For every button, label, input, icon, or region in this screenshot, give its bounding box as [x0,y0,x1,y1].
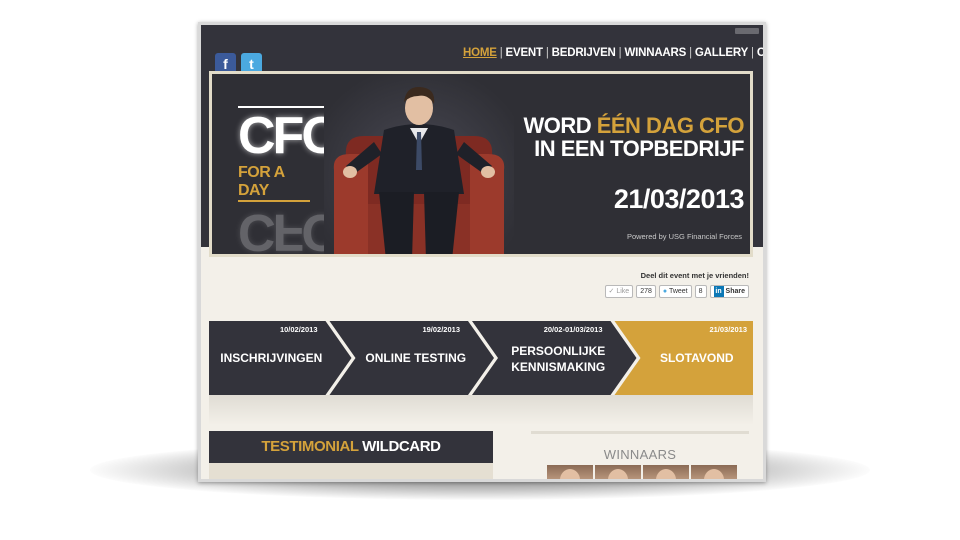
timeline-reflection [209,395,753,425]
main-navigation: HOME|EVENT|BEDRIJVEN|WINNAARS|GALLERY|CO… [463,47,763,59]
nav-separator: | [751,47,754,59]
winner-photo[interactable] [595,465,641,479]
nav-separator: | [545,47,549,59]
event-date: 21/03/2013 [613,184,745,214]
timeline-step-date: 19/02/2013 [422,325,460,334]
linkedin-icon: in [713,286,724,297]
timeline-step-label: SLOTAVOND [660,351,734,365]
share-bar: ✓ Like 278 ● Tweet 8 in Share [604,285,749,298]
timeline-step-label: PERSOONLIJKE [511,344,605,358]
linkedin-label: Share [725,288,745,295]
facebook-like-button[interactable]: ✓ Like [604,285,634,298]
nav-item-gallery[interactable]: GALLERY [695,47,748,59]
nav-item-contact[interactable]: CONTACT [757,47,763,59]
winner-photo[interactable] [691,465,737,479]
timeline-step-date: 21/03/2013 [709,325,747,334]
window-corner-control [735,28,759,34]
banner-headline: WORD ÉÉN DAG CFO IN EEN TOPBEDRIJF [523,114,744,160]
timeline-step-date: 10/02/2013 [280,325,318,334]
winner-photo[interactable] [643,465,689,479]
like-label: Like [616,288,630,295]
event-timeline: 10/02/2013 INSCHRIJVINGEN 19/02/2013 ONLINE… [209,321,753,395]
nav-separator: | [618,47,622,59]
bird-icon: ● [662,288,668,295]
powered-by-text: Powered by USG Financial Forces [626,232,742,241]
timeline-step-date: 20/02-01/03/2013 [544,325,603,334]
winner-photo[interactable] [547,465,593,479]
nav-item-winnaars[interactable]: WINNAARS [624,47,686,59]
like-count: 278 [636,285,656,298]
headline-gold: ÉÉN DAG CFO [596,113,745,138]
nav-separator: | [499,47,503,59]
logo-reflection: FOR A DAY CFO [238,203,339,254]
hero-banner: CFO FOR A DAY FOR A DAY CFO [209,71,753,257]
nav-item-bedrijven[interactable]: BEDRIJVEN [552,47,616,59]
winners-title: WINNAARS [603,447,677,462]
testimonial-content [209,463,493,479]
timeline-step-label: ONLINE TESTING [365,351,466,365]
logo-for-a-day-text: FOR A DAY [238,164,310,202]
testimonial-header: TESTIMONIAL WILDCARD [209,431,493,463]
headline-pre: WORD [523,113,597,138]
tweet-count: 8 [694,285,707,298]
headline-line2: IN EEN TOPBEDRIJF [534,136,744,161]
tweet-label: Tweet [668,288,688,295]
winners-photos [547,465,737,479]
nav-item-home[interactable]: HOME [463,47,497,59]
man-in-armchair-image [324,74,514,254]
timeline-step-label: INSCHRIJVINGEN [220,351,322,365]
linkedin-share-button[interactable]: in Share [709,285,749,298]
timeline-step-label: KENNISMAKING [511,360,605,374]
testimonial-title-rest: WILDCARD [358,438,441,455]
tweet-button[interactable]: ● Tweet [658,285,692,298]
nav-item-event[interactable]: EVENT [506,47,544,59]
winners-divider [531,431,749,434]
testimonial-title-gold: TESTIMONIAL [261,438,359,455]
cfo-for-a-day-logo: CFO FOR A DAY FOR A DAY CFO [238,106,342,254]
website-screenshot-frame: f t HOME | EVENT | BEDRIJVEN | WINNAARS | GALLER… [198,22,766,482]
nav-separator: | [689,47,692,59]
testimonial-title: TESTIMONIAL WILDCARD [209,438,493,455]
share-label: Deel dit event met je vrienden! [640,271,749,280]
